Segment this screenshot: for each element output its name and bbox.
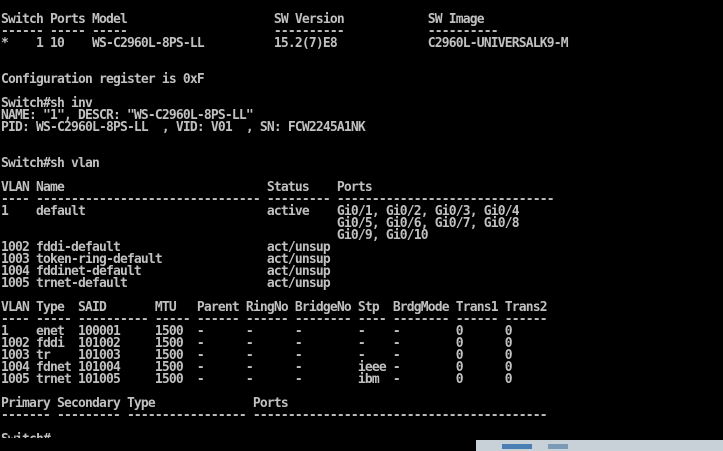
terminal-output: Switch Ports Model SW Version SW Image -…: [1, 13, 569, 446]
terminal-line: 1005 trnet 101005 1500 - - - ibm - 0 0: [1, 372, 513, 387]
terminal-line: Switch#sh vlan: [1, 156, 100, 171]
terminal-line: ------- --------- ----------------- ----…: [1, 408, 548, 423]
terminal-window[interactable]: Switch Ports Model SW Version SW Image -…: [0, 0, 723, 451]
background-window-accent-secondary: [548, 444, 568, 449]
terminal-line: * 1 10 WS-C2960L-8PS-LL 15.2(7)E8 C2960L…: [1, 36, 569, 51]
terminal-line: PID: WS-C2960L-8PS-LL , VID: V01 , SN: F…: [1, 120, 366, 135]
terminal-line: 1005 trnet-default act/unsup: [1, 276, 331, 291]
terminal-line: Configuration register is 0xF: [1, 72, 205, 87]
background-window-accent: [502, 444, 532, 449]
